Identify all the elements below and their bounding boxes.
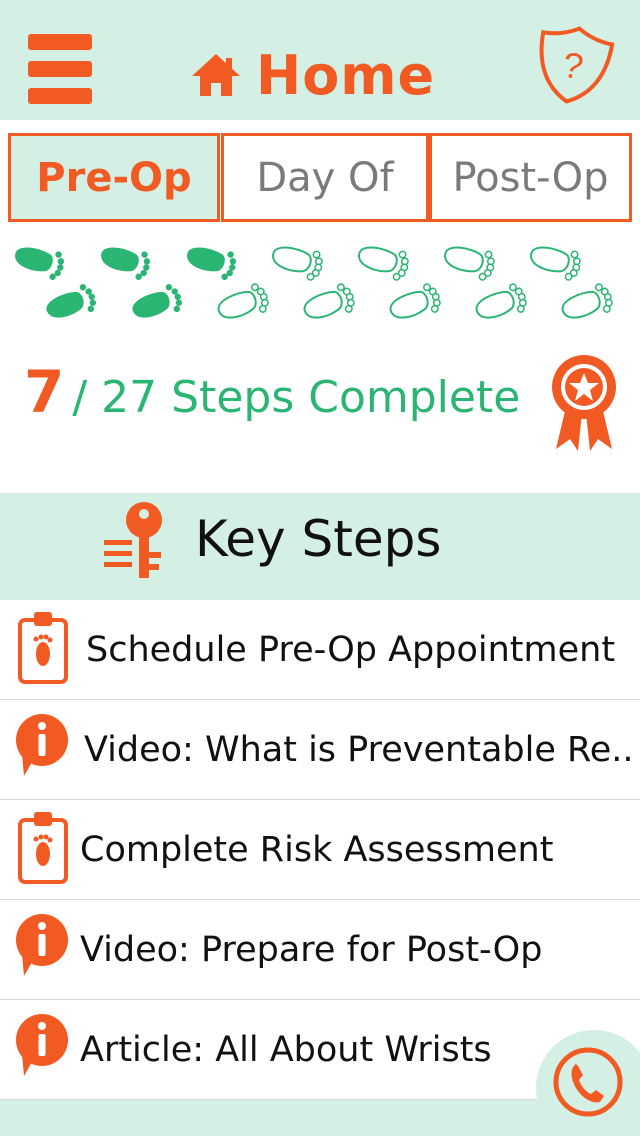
info-bubble-icon xyxy=(16,1014,68,1076)
menu-bar-middle xyxy=(28,61,92,77)
list-item-label: Video: What is Preventable Re... xyxy=(84,730,634,770)
menu-button[interactable] xyxy=(28,34,92,104)
list-item[interactable]: Complete Risk Assessment xyxy=(0,800,640,900)
list-item[interactable]: Schedule Pre-Op Appointment xyxy=(0,600,640,700)
page-title-text: Home xyxy=(256,43,436,107)
shield-question-icon[interactable]: ? xyxy=(528,22,618,108)
call-button[interactable] xyxy=(536,1030,640,1136)
list-item[interactable]: Video: Prepare for Post-Op xyxy=(0,900,640,1000)
list-item[interactable]: Video: What is Preventable Re... xyxy=(0,700,640,800)
footprint-empty xyxy=(475,283,527,319)
footprint-empty xyxy=(217,283,269,319)
tab-day-of[interactable]: Day Of xyxy=(221,133,429,222)
list-item-label: Article: All About Wrists xyxy=(80,1030,492,1070)
svg-text:?: ? xyxy=(559,44,586,88)
house-icon xyxy=(192,54,240,96)
list-item-label: Schedule Pre-Op Appointment xyxy=(86,630,616,670)
footprint-empty xyxy=(389,283,441,319)
key-steps-title: Key Steps xyxy=(195,510,442,568)
footsteps-progress xyxy=(15,246,613,319)
steps-total-text: / 27 Steps Complete xyxy=(72,372,521,423)
phone-icon xyxy=(553,1047,623,1117)
footprint-filled xyxy=(101,247,151,280)
steps-completed-count: 7 xyxy=(24,358,65,426)
clipboard-foot-icon xyxy=(18,812,68,884)
list-item-label: Video: Prepare for Post-Op xyxy=(80,930,543,970)
footprint-filled xyxy=(132,284,183,318)
footprint-filled xyxy=(15,247,65,280)
footprint-empty xyxy=(358,246,409,281)
steps-complete: 7 / 27 Steps Complete xyxy=(24,358,520,438)
footprint-empty xyxy=(444,246,495,281)
footprint-empty xyxy=(303,283,355,319)
list-item-label: Complete Risk Assessment xyxy=(80,830,554,870)
tab-post-op[interactable]: Post-Op xyxy=(429,133,632,222)
footprint-filled xyxy=(46,284,97,318)
menu-bar-bottom xyxy=(28,88,92,104)
info-bubble-icon xyxy=(16,914,68,976)
award-ribbon-icon[interactable] xyxy=(548,353,620,453)
tab-pre-op[interactable]: Pre-Op xyxy=(8,133,220,222)
phase-tabs: Pre-Op Day Of Post-Op xyxy=(8,133,632,222)
footprint-empty xyxy=(272,246,323,281)
key-icon xyxy=(104,502,162,578)
info-bubble-icon xyxy=(16,714,68,776)
footprint-empty xyxy=(530,246,581,281)
hamburger-menu-icon xyxy=(28,34,92,50)
clipboard-foot-icon xyxy=(18,612,68,684)
footprint-filled xyxy=(187,247,237,280)
page-title: Home xyxy=(190,40,435,110)
footprint-empty xyxy=(561,283,613,319)
